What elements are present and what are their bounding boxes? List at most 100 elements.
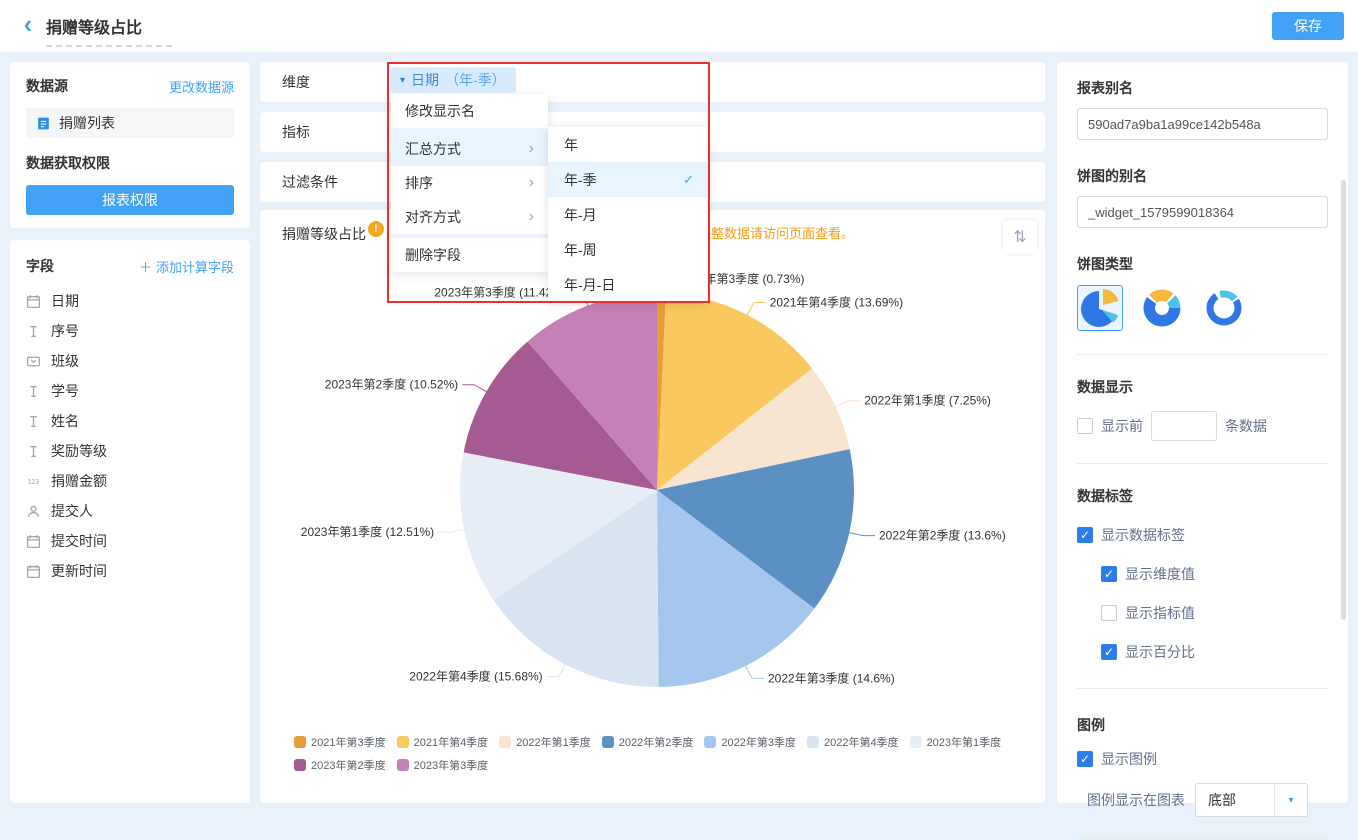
pie-type-ring-icon[interactable]: [1201, 285, 1247, 331]
document-icon: [36, 116, 51, 131]
legend-item[interactable]: 2023年第1季度: [910, 734, 1002, 750]
field-item[interactable]: 提交人: [26, 496, 234, 526]
pie-label: 2022年第1季度 (7.25%): [864, 393, 991, 408]
caret-down-icon: ▾: [400, 75, 405, 86]
report-permission-button[interactable]: 报表权限: [26, 185, 234, 215]
field-label: 姓名: [51, 411, 79, 431]
field-label: 学号: [51, 381, 79, 401]
context-menu-item[interactable]: 对齐方式›: [391, 200, 548, 234]
context-menu-item[interactable]: 汇总方式›: [391, 132, 548, 166]
legend-item[interactable]: 2022年第1季度: [499, 734, 591, 750]
settings-checkbox-label: 显示指标值: [1125, 603, 1195, 623]
settings-checkbox[interactable]: ✓: [1077, 527, 1093, 543]
back-icon[interactable]: ‹: [16, 10, 40, 40]
legend-item[interactable]: 2023年第3季度: [397, 757, 489, 773]
top-count-input[interactable]: [1151, 411, 1217, 441]
pie-alias-title: 饼图的别名: [1077, 166, 1328, 186]
field-label: 提交人: [51, 501, 93, 521]
submenu-item-label: 年-月-日: [564, 275, 615, 295]
pie-label: 2023年第1季度 (12.51%): [301, 524, 434, 539]
context-menu-item[interactable]: 修改显示名: [391, 94, 548, 128]
field-item[interactable]: 奖励等级: [26, 436, 234, 466]
calendar-icon: [26, 534, 41, 549]
submenu-arrow-icon: ›: [529, 174, 534, 192]
dimension-chip[interactable]: ▾ 日期 （年-季）: [390, 67, 516, 93]
number-icon: 123: [26, 474, 41, 489]
add-calc-field-link[interactable]: ＋ 添加计算字段: [139, 257, 234, 276]
pie-type-options: [1077, 284, 1328, 332]
context-menu-item[interactable]: 排序›: [391, 166, 548, 200]
change-datasource-link[interactable]: 更改数据源: [169, 77, 234, 96]
legend-label: 2021年第4季度: [414, 734, 489, 750]
legend-label: 2021年第3季度: [311, 734, 386, 750]
chart-legend: 2021年第3季度 2021年第4季度 2022年第1季度 2022年第2季度 2022…: [294, 734, 1039, 780]
context-submenu-item[interactable]: 年-月-日: [548, 267, 708, 302]
field-item[interactable]: 提交时间: [26, 526, 234, 556]
field-item[interactable]: 日期: [26, 286, 234, 316]
data-label-options: ✓显示数据标签✓显示维度值显示指标值✓显示百分比: [1077, 525, 1328, 662]
pie-type-donut-icon[interactable]: [1139, 285, 1185, 331]
legend-position-select[interactable]: 底部 ▾: [1195, 783, 1308, 817]
text-icon: [26, 444, 41, 459]
datasource-item[interactable]: 捐赠列表: [26, 108, 234, 138]
person-icon: [26, 504, 41, 519]
pie-alias-input[interactable]: [1077, 196, 1328, 228]
divider: [1077, 354, 1328, 355]
pie-label: 2023年第2季度 (10.52%): [325, 377, 458, 392]
data-display-row: 显示前 条数据: [1077, 411, 1328, 441]
context-submenu-item[interactable]: 年-月: [548, 197, 708, 232]
dimension-chip-granularity: （年-季）: [445, 70, 506, 90]
context-menu: 修改显示名汇总方式›排序›对齐方式›删除字段: [391, 94, 548, 272]
field-item[interactable]: 序号: [26, 316, 234, 346]
field-item[interactable]: 更新时间: [26, 556, 234, 586]
fields-title: 字段: [26, 256, 54, 276]
show-top-checkbox[interactable]: [1077, 418, 1093, 434]
legend-item[interactable]: 2021年第3季度: [294, 734, 386, 750]
legend-swatch: [910, 736, 922, 748]
pie-label: 2022年第4季度 (15.68%): [409, 669, 542, 684]
context-submenu-item[interactable]: 年-周: [548, 232, 708, 267]
field-item[interactable]: 123捐赠金额: [26, 466, 234, 496]
submenu-item-label: 年: [564, 135, 578, 155]
datasource-panel: 数据源 更改数据源 捐赠列表 数据获取权限 报表权限: [10, 62, 250, 228]
pie-type-pie-icon[interactable]: [1077, 285, 1123, 331]
legend-item[interactable]: 2023年第2季度: [294, 757, 386, 773]
pie-label-line: [833, 401, 860, 408]
legend-swatch: [397, 736, 409, 748]
dimension-row: 维度: [260, 62, 1045, 102]
field-item[interactable]: 姓名: [26, 406, 234, 436]
legend-item[interactable]: 2022年第2季度: [602, 734, 694, 750]
settings-checkbox-label: 显示维度值: [1125, 564, 1195, 584]
context-submenu-item[interactable]: 年: [548, 127, 708, 162]
legend-item[interactable]: 2021年第4季度: [397, 734, 489, 750]
menu-item-label: 删除字段: [405, 245, 461, 265]
legend-item[interactable]: 2022年第4季度: [807, 734, 899, 750]
settings-checkbox[interactable]: ✓: [1101, 644, 1117, 660]
field-label: 奖励等级: [51, 441, 107, 461]
report-alias-input[interactable]: [1077, 108, 1328, 140]
legend-row: 2023年第2季度 2023年第3季度: [294, 757, 1039, 773]
legend-item[interactable]: 2022年第3季度: [704, 734, 796, 750]
data-display-title: 数据显示: [1077, 377, 1328, 397]
legend-label: 2023年第2季度: [311, 757, 386, 773]
scrollbar-thumb[interactable]: [1341, 180, 1346, 620]
context-submenu-item[interactable]: 年-季✓: [548, 162, 708, 197]
save-button[interactable]: 保存: [1272, 12, 1344, 40]
settings-checkbox[interactable]: ✓: [1101, 566, 1117, 582]
dimension-label: 维度: [282, 72, 310, 92]
field-item[interactable]: 学号: [26, 376, 234, 406]
show-legend-checkbox[interactable]: ✓: [1077, 751, 1093, 767]
field-label: 日期: [51, 291, 79, 311]
settings-checkbox-label: 显示百分比: [1125, 642, 1195, 662]
field-list: 日期序号班级学号姓名奖励等级 123捐赠金额提交人提交时间更新时间: [26, 286, 234, 586]
menu-item-label: 汇总方式: [405, 139, 461, 159]
legend-row: 2021年第3季度 2021年第4季度 2022年第1季度 2022年第2季度 2022…: [294, 734, 1039, 750]
submenu-item-label: 年-季: [564, 170, 597, 190]
context-menu-item[interactable]: 删除字段: [391, 238, 548, 272]
legend-position-label: 图例显示在图表: [1087, 790, 1185, 810]
field-item[interactable]: 班级: [26, 346, 234, 376]
field-label: 序号: [51, 321, 79, 341]
pie-label: 2021年第4季度 (13.69%): [770, 295, 903, 310]
page-title: 捐赠等级占比: [46, 14, 172, 47]
settings-checkbox[interactable]: [1101, 605, 1117, 621]
